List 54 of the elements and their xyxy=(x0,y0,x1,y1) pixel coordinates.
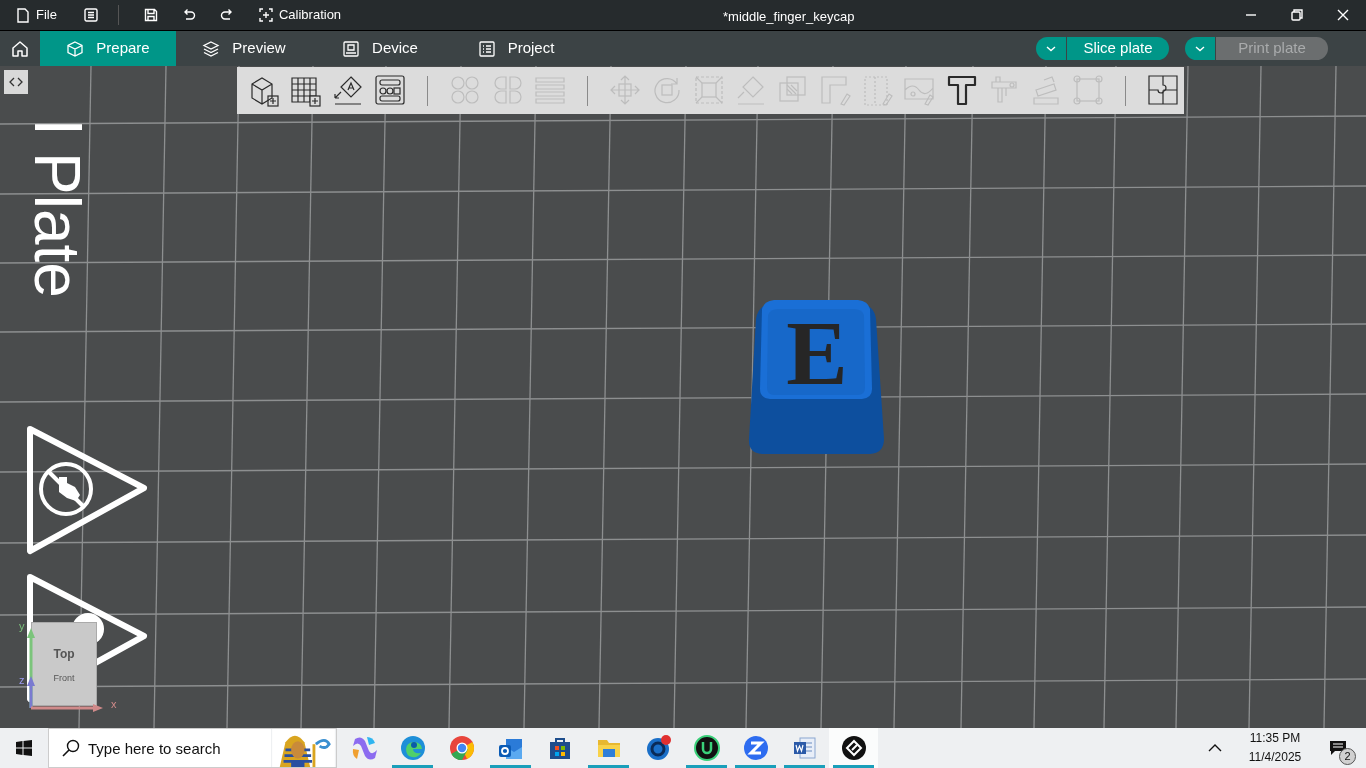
circles-icon xyxy=(449,74,482,107)
menu-icon xyxy=(83,8,98,22)
close-icon xyxy=(1337,9,1349,21)
file-menu[interactable]: File xyxy=(14,3,59,27)
notifications-button[interactable]: 2 xyxy=(1318,728,1358,768)
axis-label: z xyxy=(19,673,25,688)
seam-brush-icon xyxy=(861,74,894,107)
keycap-legend: E xyxy=(784,301,850,405)
home-icon xyxy=(11,39,29,58)
clock-time[interactable]: 11:35 PM xyxy=(1249,729,1301,748)
view-cube[interactable]: Top Front xyxy=(31,622,97,706)
caret-icon xyxy=(1046,45,1056,52)
windows-icon xyxy=(16,740,32,756)
grid-plus-icon xyxy=(290,74,323,107)
calibration-menu[interactable]: Calibration xyxy=(258,3,342,27)
restore-icon xyxy=(1291,9,1303,21)
letter-u-icon xyxy=(691,733,722,763)
cube-face-label: Front xyxy=(53,673,75,683)
caret-icon xyxy=(1195,45,1205,52)
split-circles-icon xyxy=(491,74,524,107)
tab[interactable]: Preview xyxy=(176,31,312,66)
document-icon xyxy=(16,7,30,23)
code-brackets-icon xyxy=(9,77,23,87)
notification-count: 2 xyxy=(1339,748,1356,765)
tab[interactable]: Project xyxy=(448,31,584,66)
text-icon xyxy=(945,74,978,107)
window-title: *middle_finger_keycap xyxy=(723,8,855,26)
action-button[interactable]: Slice plate xyxy=(1067,37,1169,60)
cube-face-label: Top xyxy=(53,646,75,663)
corner-brush-icon xyxy=(819,74,852,107)
list-icon xyxy=(477,39,496,58)
clock-date[interactable]: 11/4/2025 xyxy=(1248,748,1302,767)
chevron-up-icon xyxy=(1208,744,1222,752)
dropdown-button[interactable] xyxy=(1036,37,1066,60)
move-arrows-icon xyxy=(608,74,641,107)
taskbar-app[interactable] xyxy=(829,728,878,768)
dropdown-button[interactable] xyxy=(1185,37,1215,60)
tab[interactable]: Prepare xyxy=(40,31,176,66)
lines-icon xyxy=(533,74,566,107)
layout-icon xyxy=(374,74,407,107)
layers-icon xyxy=(202,39,221,58)
calibration-icon xyxy=(258,8,273,22)
puzzle-icon xyxy=(1147,74,1179,107)
collapse-button[interactable] xyxy=(4,70,28,94)
axis-label: y xyxy=(19,619,25,634)
redo-icon xyxy=(219,8,234,22)
square-corners-icon xyxy=(1071,74,1104,107)
plate-label: l Plate xyxy=(22,120,92,300)
save-icon xyxy=(143,8,158,22)
cube-icon xyxy=(66,39,85,58)
printer-icon xyxy=(342,39,361,58)
tab[interactable]: Device xyxy=(312,31,448,66)
axis-label: x xyxy=(111,697,117,712)
scale-box-icon xyxy=(692,74,725,107)
